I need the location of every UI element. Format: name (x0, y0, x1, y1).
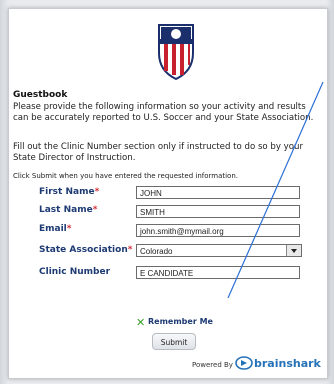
email-label: Email* (39, 224, 72, 234)
state-association-label-text: State Association (39, 245, 128, 255)
email-input[interactable]: john.smith@mymail.org (136, 224, 300, 237)
brainshark-brand: brainshark (254, 357, 321, 370)
last-name-label-text: Last Name (39, 205, 93, 215)
form-intro-text: Please provide the following information… (13, 102, 314, 123)
remember-check-icon[interactable]: ✕ (136, 316, 145, 329)
required-marker: * (92, 205, 98, 215)
first-name-label-text: First Name (39, 187, 95, 197)
email-label-text: Email (39, 224, 67, 234)
dropdown-arrow-icon[interactable] (286, 245, 301, 256)
state-association-select[interactable]: Colorado (136, 244, 302, 257)
remember-me-label[interactable]: Remember Me (148, 317, 213, 326)
required-marker: * (94, 187, 100, 197)
first-name-input[interactable]: JOHN (136, 186, 300, 199)
required-marker: * (127, 245, 133, 255)
first-name-label: First Name* (39, 187, 99, 197)
state-association-value: Colorado (140, 247, 173, 256)
us-soccer-crest-icon (158, 24, 194, 81)
form-title: Guestbook (13, 90, 68, 100)
guestbook-panel: Guestbook Please provide the following i… (8, 8, 328, 379)
submit-note-text: Click Submit when you have entered the r… (13, 172, 238, 180)
required-marker: * (66, 224, 72, 234)
brainshark-logo-icon (235, 356, 253, 370)
submit-button[interactable]: Submit (152, 333, 196, 350)
last-name-input[interactable]: SMITH (136, 205, 300, 218)
state-association-label: State Association* (39, 245, 132, 255)
powered-by-text: Powered By (192, 361, 233, 369)
clinic-note-text: Fill out the Clinic Number section only … (13, 142, 304, 163)
clinic-number-label-text: Clinic Number (39, 267, 111, 277)
clinic-number-label: Clinic Number (39, 267, 110, 277)
last-name-label: Last Name* (39, 205, 97, 215)
clinic-number-input[interactable]: E CANDIDATE (136, 266, 300, 279)
